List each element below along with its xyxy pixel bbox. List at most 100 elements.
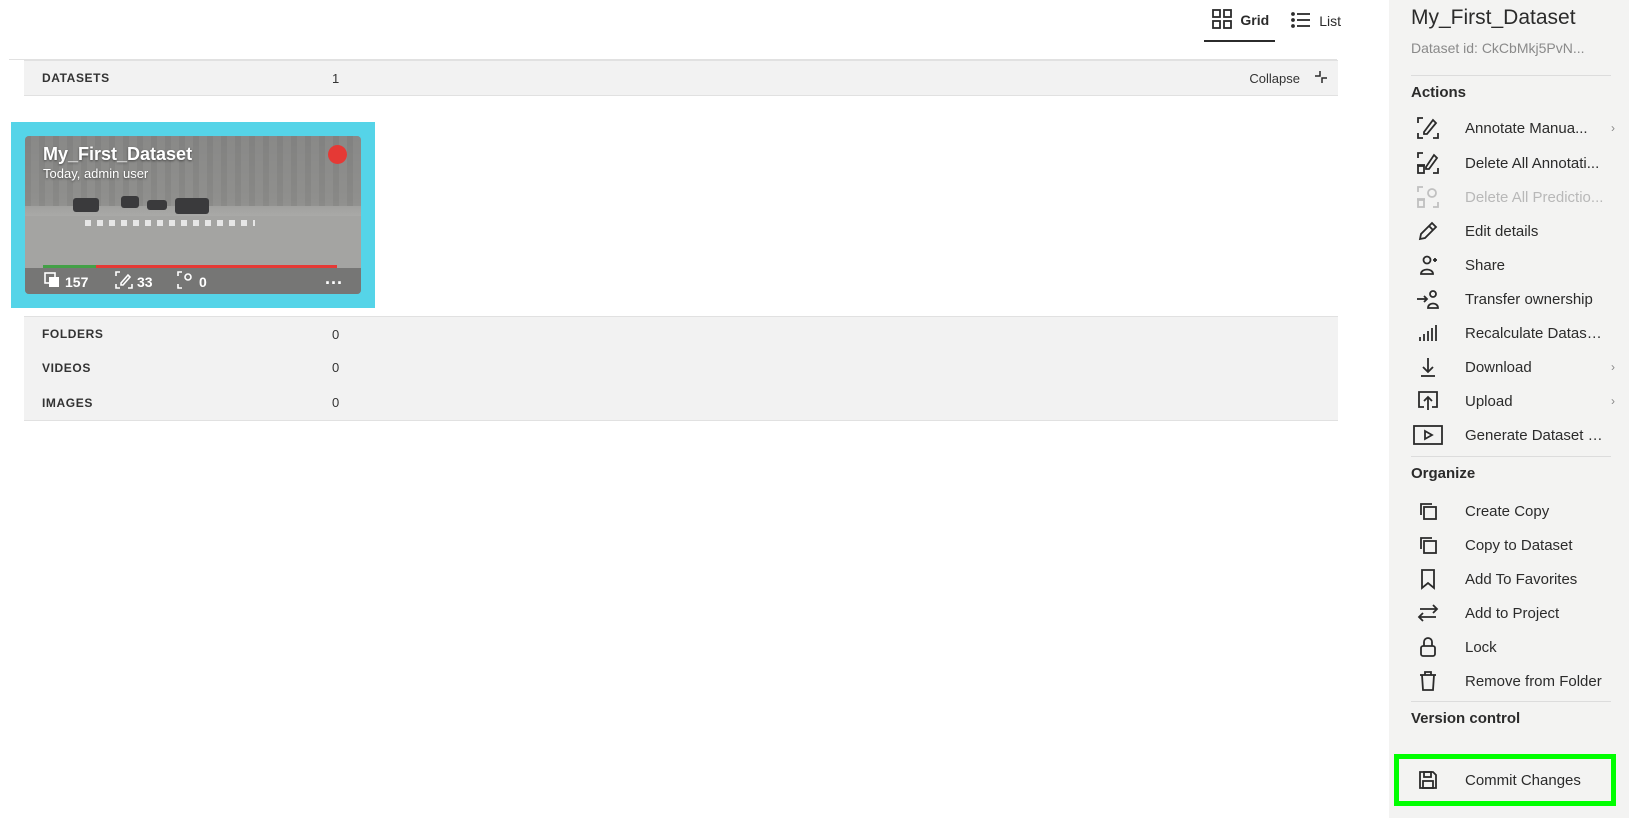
generate-dataset-preview-item[interactable]: Generate Dataset P... (1411, 420, 1615, 450)
menu-item-label: Remove from Folder (1465, 672, 1602, 690)
dataset-card-selected[interactable]: My_First_Dataset Today, admin user 157 3 (11, 122, 375, 308)
chevron-right-icon: › (1611, 394, 1615, 408)
share-item[interactable]: Share (1411, 250, 1615, 280)
list-view-label: List (1319, 13, 1341, 29)
copy-icon (1411, 496, 1445, 526)
divider (1411, 456, 1611, 457)
delete-all-annotations-item[interactable]: Delete All Annotati... (1411, 148, 1615, 178)
collapse-icon (1314, 70, 1328, 87)
delete-annotations-icon (1411, 148, 1445, 178)
trash-icon (1411, 666, 1445, 696)
add-to-project-item[interactable]: Add to Project (1411, 598, 1615, 628)
predictions-count: 0 (199, 273, 207, 290)
datasets-section-header[interactable]: DATASETS 1 Collapse (24, 60, 1338, 96)
card-more-button[interactable]: ... (325, 268, 343, 289)
lock-icon (1411, 632, 1445, 662)
status-indicator (328, 145, 347, 164)
menu-item-label: Recalculate Datase... (1465, 324, 1607, 342)
section-label: IMAGES (42, 395, 93, 410)
menu-item-label: Transfer ownership (1465, 290, 1593, 308)
card-title: My_First_Dataset (43, 144, 193, 164)
section-count: 0 (332, 326, 340, 342)
bookmark-icon (1411, 564, 1445, 594)
details-panel: My_First_Dataset Dataset id: CkCbMkj5PvN… (1389, 0, 1629, 818)
copy-icon (1411, 530, 1445, 560)
card-subtitle: Today, admin user (43, 166, 149, 181)
menu-item-label: Share (1465, 256, 1506, 274)
section-count: 1 (332, 70, 340, 86)
predictions-icon (177, 271, 195, 292)
add-to-favorites-item[interactable]: Add To Favorites (1411, 564, 1615, 594)
chevron-right-icon: › (1611, 121, 1615, 135)
card-thumbnail-crosswalk (85, 220, 255, 226)
collapse-button[interactable]: Collapse (1249, 70, 1328, 87)
menu-item-label: Edit details (1465, 222, 1539, 240)
section-label: DATASETS (42, 71, 110, 85)
menu-item-label: Annotate Manua... (1465, 119, 1588, 137)
copy-to-dataset-item[interactable]: Copy to Dataset (1411, 530, 1615, 560)
thumbnail-car (147, 200, 167, 210)
delete-predictions-icon (1411, 182, 1445, 212)
images-count: 157 (65, 273, 89, 290)
annotate-manually-item[interactable]: Annotate Manua... › (1411, 113, 1615, 143)
videos-section-header[interactable]: VIDEOS 0 (24, 350, 1338, 386)
annotations-stat: 33 (115, 271, 153, 292)
list-icon (1289, 8, 1313, 35)
upload-icon (1411, 386, 1445, 416)
create-copy-item[interactable]: Create Copy (1411, 496, 1615, 526)
section-count: 0 (332, 360, 340, 375)
main-area: Grid List DATASETS 1 Collapse My_First_D… (0, 0, 1389, 818)
swap-arrows-icon (1411, 598, 1445, 628)
section-count: 0 (332, 395, 340, 410)
annotations-count: 33 (137, 273, 153, 290)
remove-from-folder-item[interactable]: Remove from Folder (1411, 666, 1615, 696)
images-icon (43, 271, 61, 292)
card-footer: 157 33 0 ... (25, 268, 361, 294)
actions-heading: Actions (1411, 84, 1467, 101)
dataset-id: Dataset id: CkCbMkj5PvN... (1411, 40, 1585, 56)
menu-item-label: Lock (1465, 638, 1497, 656)
list-view-button[interactable]: List (1283, 8, 1347, 42)
menu-item-label: Download (1465, 358, 1532, 376)
menu-item-label: Add to Project (1465, 604, 1560, 622)
download-item[interactable]: Download › (1411, 352, 1615, 382)
thumbnail-car (73, 198, 99, 212)
divider (1411, 75, 1611, 76)
version-control-heading: Version control (1411, 710, 1521, 727)
grid-view-label: Grid (1240, 12, 1270, 28)
section-label: VIDEOS (42, 360, 91, 375)
predictions-stat: 0 (177, 271, 207, 292)
commit-changes-highlight (1394, 754, 1616, 806)
view-toggle: Grid List (1204, 8, 1347, 42)
folders-section-header[interactable]: FOLDERS 0 (24, 316, 1338, 352)
images-stat: 157 (43, 271, 88, 292)
menu-item-label: Delete All Annotati... (1465, 154, 1600, 172)
recalculate-dataset-item[interactable]: Recalculate Datase... (1411, 318, 1615, 348)
section-label: FOLDERS (42, 327, 104, 341)
transfer-icon (1411, 284, 1445, 314)
menu-item-label: Create Copy (1465, 502, 1550, 520)
grid-icon (1210, 7, 1234, 34)
annotations-icon (115, 271, 133, 292)
dataset-card[interactable]: My_First_Dataset Today, admin user 157 3 (25, 136, 361, 294)
edit-details-item[interactable]: Edit details (1411, 216, 1615, 246)
menu-item-label: Delete All Predictio... (1465, 188, 1604, 206)
transfer-ownership-item[interactable]: Transfer ownership (1411, 284, 1615, 314)
annotate-icon (1411, 113, 1445, 143)
grid-view-button[interactable]: Grid (1204, 7, 1276, 42)
menu-item-label: Add To Favorites (1465, 570, 1578, 588)
panel-title: My_First_Dataset (1411, 6, 1576, 29)
bar-chart-icon (1411, 318, 1445, 348)
delete-all-predictions-item[interactable]: Delete All Predictio... (1411, 182, 1615, 212)
organize-heading: Organize (1411, 465, 1476, 482)
thumbnail-car (121, 196, 139, 208)
upload-item[interactable]: Upload › (1411, 386, 1615, 416)
divider (1411, 701, 1611, 702)
menu-item-label: Generate Dataset P... (1465, 426, 1607, 444)
images-section-header[interactable]: IMAGES 0 (24, 385, 1338, 421)
menu-item-label: Upload (1465, 392, 1513, 410)
lock-item[interactable]: Lock (1411, 632, 1615, 662)
play-icon (1411, 420, 1445, 450)
pencil-icon (1411, 216, 1445, 246)
thumbnail-car (175, 198, 209, 214)
